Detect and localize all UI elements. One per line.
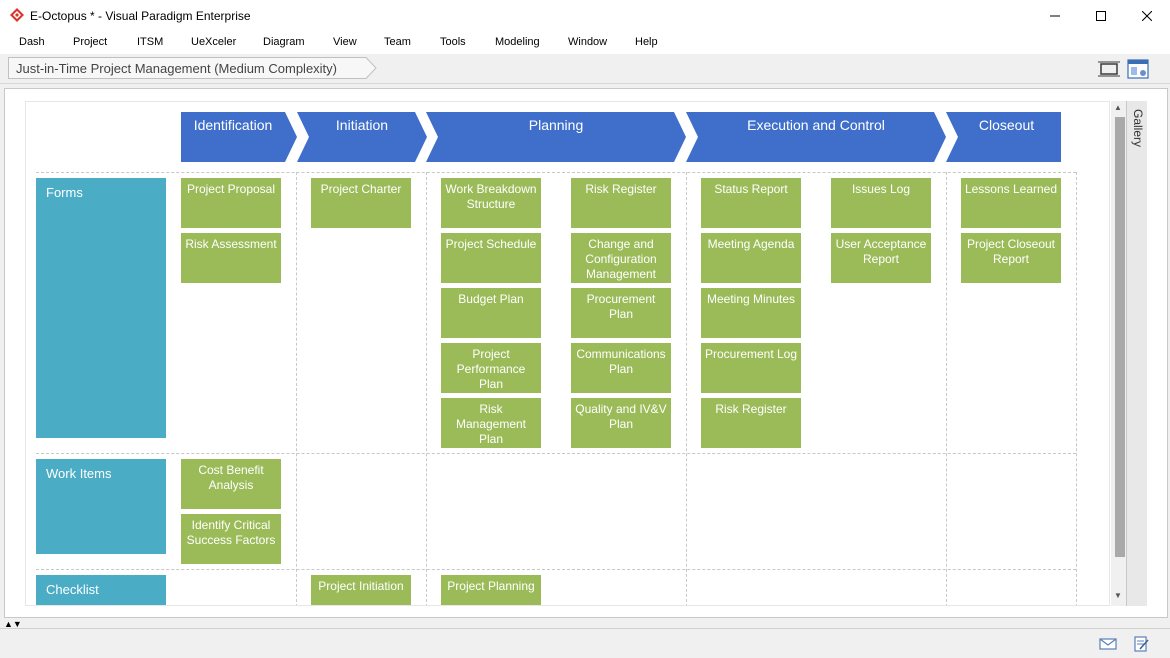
menu-bar: Dash Project ITSM UeXceler Diagram View … (0, 32, 1170, 54)
minimize-icon (1050, 15, 1060, 17)
doc-status-report[interactable]: Status Report (701, 178, 801, 228)
maximize-icon (1096, 11, 1106, 21)
doc-cost-benefit-analysis[interactable]: Cost Benefit Analysis (181, 459, 281, 509)
scroll-up-icon[interactable]: ▲ (1114, 103, 1122, 112)
menu-diagram[interactable]: Diagram (263, 36, 305, 48)
phase-label: Execution and Control (747, 117, 885, 133)
grid-line (36, 172, 1076, 173)
doc-project-planning[interactable]: Project Planning (441, 575, 541, 605)
doc-project-charter[interactable]: Project Charter (311, 178, 411, 228)
scroll-down-icon[interactable]: ▼ (1114, 591, 1122, 600)
doc-meeting-agenda[interactable]: Meeting Agenda (701, 233, 801, 283)
menu-uexceler[interactable]: UeXceler (191, 36, 236, 48)
doc-identify-critical-success-factors[interactable]: Identify Critical Success Factors (181, 514, 281, 564)
fit-diagram-icon[interactable] (1098, 59, 1120, 79)
grid-line (36, 569, 1076, 570)
menu-team[interactable]: Team (384, 36, 411, 48)
doc-work-breakdown-structure[interactable]: Work Breakdown Structure (441, 178, 541, 228)
doc-budget-plan[interactable]: Budget Plan (441, 288, 541, 338)
phase-initiation[interactable]: Initiation (297, 112, 427, 162)
doc-lessons-learned[interactable]: Lessons Learned (961, 178, 1061, 228)
phase-planning[interactable]: Planning (426, 112, 686, 162)
doc-risk-register-execution[interactable]: Risk Register (701, 398, 801, 448)
doc-risk-management-plan[interactable]: Risk Management Plan (441, 398, 541, 448)
doc-project-schedule[interactable]: Project Schedule (441, 233, 541, 283)
app-logo-icon (10, 8, 24, 22)
grid-line (686, 172, 687, 605)
phase-execution-and-control[interactable]: Execution and Control (686, 112, 946, 162)
status-bar (0, 628, 1170, 658)
window-title: E-Octopus * - Visual Paradigm Enterprise (30, 9, 251, 23)
maximize-button[interactable] (1078, 0, 1124, 32)
doc-meeting-minutes[interactable]: Meeting Minutes (701, 288, 801, 338)
grid-line (946, 172, 947, 605)
doc-user-acceptance-report[interactable]: User Acceptance Report (831, 233, 931, 283)
row-header-forms[interactable]: Forms (36, 178, 166, 438)
phase-label: Initiation (335, 117, 389, 133)
phase-label: Planning (528, 117, 584, 133)
menu-window[interactable]: Window (568, 36, 607, 48)
diagram-canvas[interactable]: Identification Initiation Planning Execu… (4, 88, 1168, 618)
menu-project[interactable]: Project (73, 36, 107, 48)
menu-itsm[interactable]: ITSM (137, 36, 163, 48)
doc-change-and-configuration-management[interactable]: Change and Configuration Management (571, 233, 671, 283)
phase-label: Closeout (978, 117, 1035, 133)
close-button[interactable] (1124, 0, 1170, 32)
row-header-work-items[interactable]: Work Items (36, 459, 166, 554)
doc-procurement-log[interactable]: Procurement Log (701, 343, 801, 393)
menu-help[interactable]: Help (635, 36, 658, 48)
vertical-scrollbar[interactable]: ▲ ▼ (1111, 101, 1127, 606)
grid-line (296, 172, 297, 605)
menu-view[interactable]: View (333, 36, 357, 48)
doc-project-performance-plan[interactable]: Project Performance Plan (441, 343, 541, 393)
phase-closeout[interactable]: Closeout (946, 112, 1061, 162)
scrollbar-thumb[interactable] (1115, 117, 1125, 557)
doc-procurement-plan[interactable]: Procurement Plan (571, 288, 671, 338)
doc-risk-assessment[interactable]: Risk Assessment (181, 233, 281, 283)
gallery-panel[interactable]: Gallery (1126, 101, 1147, 606)
doc-quality-and-ivv-plan[interactable]: Quality and IV&V Plan (571, 398, 671, 448)
note-icon[interactable] (1132, 636, 1150, 652)
doc-communications-plan[interactable]: Communications Plan (571, 343, 671, 393)
breadcrumb[interactable]: Just-in-Time Project Management (Medium … (8, 57, 378, 79)
doc-project-initiation[interactable]: Project Initiation (311, 575, 411, 605)
gallery-label: Gallery (1131, 109, 1145, 148)
phase-label: Identification (193, 117, 273, 133)
breadcrumb-label: Just-in-Time Project Management (Medium … (16, 61, 338, 76)
menu-tools[interactable]: Tools (440, 36, 466, 48)
close-icon (1142, 11, 1152, 21)
menu-dash[interactable]: Dash (19, 36, 45, 48)
grid-line (36, 453, 1076, 454)
title-bar: E-Octopus * - Visual Paradigm Enterprise (0, 0, 1170, 32)
breadcrumb-bar: Just-in-Time Project Management (Medium … (0, 54, 1170, 84)
doc-issues-log[interactable]: Issues Log (831, 178, 931, 228)
row-header-checklist[interactable]: Checklist (36, 575, 166, 605)
doc-project-proposal[interactable]: Project Proposal (181, 178, 281, 228)
mail-icon[interactable] (1099, 636, 1117, 652)
doc-project-closeout-report[interactable]: Project Closeout Report (961, 233, 1061, 283)
panel-icon[interactable] (1127, 59, 1149, 79)
doc-risk-register[interactable]: Risk Register (571, 178, 671, 228)
minimize-button[interactable] (1032, 0, 1078, 32)
grid-line (1076, 172, 1077, 605)
grid-line (426, 172, 427, 605)
application-window: E-Octopus * - Visual Paradigm Enterprise… (0, 0, 1170, 658)
diagram-sheet[interactable]: Identification Initiation Planning Execu… (25, 101, 1110, 606)
menu-modeling[interactable]: Modeling (495, 36, 540, 48)
phase-identification[interactable]: Identification (181, 112, 297, 162)
